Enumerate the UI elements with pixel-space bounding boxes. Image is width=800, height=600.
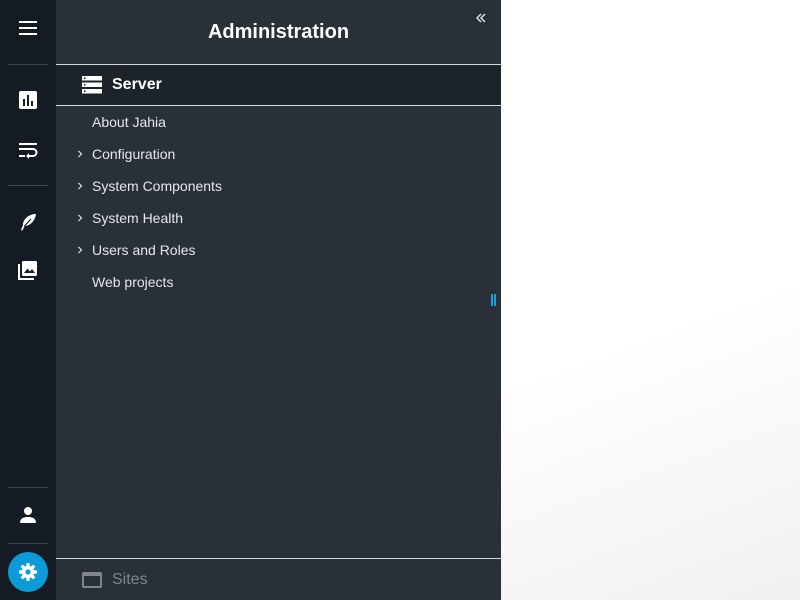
double-chevron-left-icon <box>476 13 486 23</box>
tree-item-label: System Health <box>92 210 184 226</box>
menu-icon <box>19 21 37 35</box>
tree-item-label: Web projects <box>92 274 174 290</box>
tree-item-label: Users and Roles <box>92 242 196 258</box>
server-section-header[interactable]: Server <box>56 64 501 106</box>
tree-item-users-and-roles[interactable]: Users and Roles <box>56 234 501 266</box>
tree-item-label: Configuration <box>92 146 176 162</box>
image-library-icon <box>18 261 37 280</box>
rail-divider <box>8 64 48 65</box>
tree-item-web-projects[interactable]: Web projects <box>56 266 501 298</box>
panel-title: Administration <box>207 20 350 43</box>
administration-panel: Administration Server About Jahia Config… <box>56 0 501 600</box>
chevron-right-icon[interactable] <box>75 245 85 255</box>
main-content-area <box>501 0 800 600</box>
collapse-panel-button[interactable] <box>473 10 489 26</box>
menu-button[interactable] <box>0 8 56 48</box>
tree-item-label: System Components <box>92 178 222 194</box>
tree-item-system-components[interactable]: System Components <box>56 170 501 202</box>
wrap-text-icon <box>19 143 38 159</box>
chevron-right-icon[interactable] <box>75 149 85 159</box>
tree-item-label: About Jahia <box>92 114 166 130</box>
chevron-right-icon[interactable] <box>75 213 85 223</box>
tree-item-configuration[interactable]: Configuration <box>56 138 501 170</box>
administration-button[interactable] <box>8 552 48 592</box>
dashboard-button[interactable] <box>0 80 56 120</box>
rail-divider <box>8 185 48 186</box>
sites-section-header[interactable]: Sites <box>56 558 501 600</box>
editorial-button[interactable] <box>0 202 56 242</box>
icon-rail <box>0 0 56 600</box>
gear-icon <box>19 563 37 581</box>
media-button[interactable] <box>0 250 56 290</box>
chevron-right-icon[interactable] <box>75 181 85 191</box>
bar-chart-icon <box>19 91 37 109</box>
user-icon <box>20 507 36 523</box>
rail-divider <box>8 543 48 544</box>
server-icon <box>82 76 102 94</box>
panel-resize-handle[interactable] <box>491 294 497 306</box>
content-button[interactable] <box>0 130 56 170</box>
server-tree: About Jahia Configuration System Compone… <box>56 106 501 298</box>
browser-window-icon <box>82 571 102 588</box>
tree-item-system-health[interactable]: System Health <box>56 202 501 234</box>
sites-label: Sites <box>112 570 148 588</box>
tree-item-about-jahia[interactable]: About Jahia <box>56 106 501 138</box>
section-label: Server <box>112 76 162 93</box>
rail-divider <box>8 487 48 488</box>
user-button[interactable] <box>0 495 56 535</box>
feather-icon <box>21 214 36 231</box>
